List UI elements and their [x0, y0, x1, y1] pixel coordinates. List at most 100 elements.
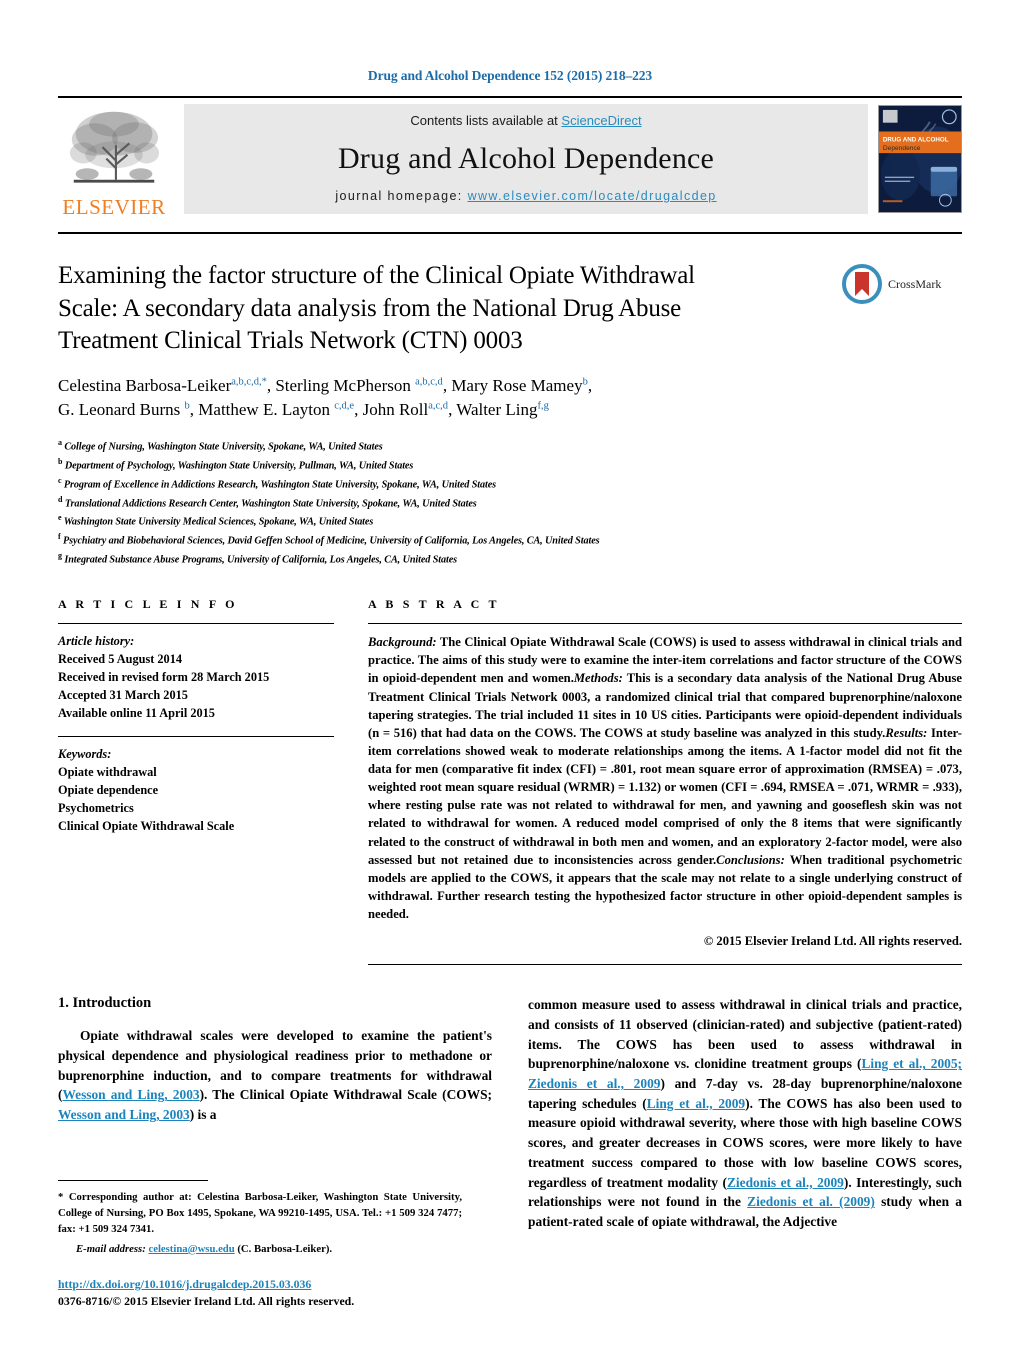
crossmark-label: CrossMark — [888, 276, 942, 291]
history-item: Accepted 31 March 2015 — [58, 687, 188, 702]
abstract-body: Background: The Clinical Opiate Withdraw… — [368, 633, 962, 950]
corresponding-author-text: Corresponding author at: Celestina Barbo… — [58, 1190, 462, 1236]
intro-text-2: ). The Clinical Opiate Withdrawal Scale … — [199, 1087, 492, 1103]
abstract-conclusions-label: Conclusions: — [716, 852, 785, 867]
contents-available-line: Contents lists available at ScienceDirec… — [410, 113, 641, 128]
email-link[interactable]: celestina@wsu.edu — [148, 1243, 234, 1255]
info-abstract-row: A R T I C L E I N F O Article history: R… — [58, 597, 962, 966]
footnote-rule — [58, 1179, 208, 1181]
author-line-1: Celestina Barbosa-Leikera,b,c,d,*, Sterl… — [58, 375, 593, 395]
elsevier-tree-icon — [69, 111, 160, 183]
article-history-group: Article history: Received 5 August 2014 … — [58, 633, 334, 723]
elsevier-wordmark: ELSEVIER — [62, 195, 166, 219]
affiliation-text: Department of Psychology, Washington Sta… — [64, 460, 414, 472]
author-line-2: G. Leonard Burns b, Matthew E. Layton c,… — [58, 400, 549, 420]
abstract-rule — [368, 623, 962, 625]
keywords-rule — [58, 735, 334, 737]
intro-text-3: ) is a — [189, 1107, 217, 1123]
affiliation-mark: g — [58, 551, 62, 561]
journal-homepage-link[interactable]: www.elsevier.com/locate/drugalcdep — [468, 189, 717, 203]
paper-page: Drug and Alcohol Dependence 152 (2015) 2… — [0, 0, 1020, 1351]
journal-cover-thumbnail: DRUG AND ALCOHOL Dependence — [878, 105, 962, 213]
journal-homepage-line: journal homepage: www.elsevier.com/locat… — [335, 189, 716, 203]
affiliation-item: g Integrated Substance Abuse Programs, U… — [58, 550, 962, 569]
citation-ling-2009[interactable]: Ling et al., 2009 — [647, 1096, 745, 1111]
affiliation-item: a College of Nursing, Washington State U… — [58, 437, 962, 456]
affiliation-text: Integrated Substance Abuse Programs, Uni… — [64, 554, 458, 566]
doi-block: http://dx.doi.org/10.1016/j.drugalcdep.2… — [58, 1275, 488, 1311]
article-info-rule — [58, 623, 334, 625]
page-title: Examining the factor structure of the Cl… — [58, 262, 695, 354]
affiliation-item: d Translational Addictions Research Cent… — [58, 494, 962, 513]
history-item: Available online 11 April 2015 — [58, 705, 215, 720]
corresponding-author-note: * Corresponding author at: Celestina Bar… — [58, 1189, 462, 1238]
affiliation-item: f Psychiatry and Biobehavioral Sciences,… — [58, 531, 962, 550]
affiliation-item: b Department of Psychology, Washington S… — [58, 456, 962, 475]
author-list: Celestina Barbosa-Leikera,b,c,d,*, Sterl… — [58, 374, 778, 423]
email-note: E-mail address: celestina@wsu.edu (C. Ba… — [58, 1241, 462, 1257]
article-history-label: Article history: — [58, 634, 135, 649]
keyword-item: Opiate withdrawal — [58, 764, 157, 779]
article-info-heading: A R T I C L E I N F O — [58, 597, 238, 612]
doi-link[interactable]: http://dx.doi.org/10.1016/j.drugalcdep.2… — [58, 1277, 311, 1291]
abstract-heading: A B S T R A C T — [368, 597, 500, 612]
keywords-label: Keywords: — [58, 746, 112, 761]
affiliation-mark: a — [58, 437, 62, 447]
affiliation-list: a College of Nursing, Washington State U… — [58, 437, 962, 569]
cover-artwork: DRUG AND ALCOHOL Dependence — [879, 106, 961, 212]
history-item: Received in revised form 28 March 2015 — [58, 670, 270, 685]
footnote-block: * Corresponding author at: Celestina Bar… — [58, 1179, 462, 1257]
keyword-item: Opiate dependence — [58, 782, 159, 797]
journal-masthead: ELSEVIER Contents lists available at Sci… — [58, 98, 962, 220]
running-head: Drug and Alcohol Dependence 152 (2015) 2… — [367, 68, 653, 83]
crossmark-icon — [842, 264, 882, 304]
affiliation-item: e Washington State University Medical Sc… — [58, 512, 962, 531]
contents-prefix: Contents lists available at — [410, 113, 562, 128]
affiliation-mark: c — [58, 475, 62, 485]
intro-paragraph-left: Opiate withdrawal scales were developed … — [58, 1026, 492, 1125]
affiliation-mark: e — [58, 513, 62, 523]
issn-copyright: 0376-8716/© 2015 Elsevier Ireland Ltd. A… — [58, 1294, 355, 1309]
abstract-background-label: Background: — [368, 635, 437, 650]
abstract-results-label: Results: — [885, 725, 928, 740]
affiliation-text: Program of Excellence in Addictions Rese… — [63, 478, 497, 490]
keywords-group: Keywords: Opiate withdrawal Opiate depen… — [58, 746, 334, 836]
abstract-results-text: Inter-item correlations showed weak to m… — [368, 725, 962, 867]
affiliation-item: c Program of Excellence in Addictions Re… — [58, 475, 962, 494]
sciencedirect-link[interactable]: ScienceDirect — [561, 113, 641, 128]
affiliation-text: College of Nursing, Washington State Uni… — [64, 441, 383, 453]
citation-wesson-ling-2003[interactable]: Wesson and Ling, 2003 — [62, 1087, 199, 1102]
affiliation-text: Psychiatry and Biobehavioral Sciences, D… — [63, 535, 600, 547]
abstract-end-rule — [368, 964, 962, 966]
elsevier-logo: ELSEVIER — [58, 98, 170, 220]
title-block: Examining the factor structure of the Cl… — [58, 260, 962, 437]
citation-wesson-ling-2003-b[interactable]: Wesson and Ling, 2003 — [58, 1107, 190, 1122]
journal-band: Contents lists available at ScienceDirec… — [184, 104, 868, 214]
abstract-column: A B S T R A C T Background: The Clinical… — [368, 597, 962, 966]
homepage-prefix: journal homepage: — [335, 189, 468, 203]
email-suffix: (C. Barbosa-Leiker). — [234, 1242, 333, 1255]
affiliation-mark: b — [58, 456, 63, 466]
citation-ziedonis-2009[interactable]: Ziedonis et al., 2009 — [727, 1175, 844, 1190]
svg-text:DRUG AND ALCOHOL: DRUG AND ALCOHOL — [883, 136, 949, 143]
masthead-bottom-rule — [58, 232, 962, 234]
abstract-paragraph: Background: The Clinical Opiate Withdraw… — [368, 633, 962, 923]
citation-ziedonis-2009-b[interactable]: Ziedonis et al. (2009) — [747, 1194, 875, 1209]
svg-text:Dependence: Dependence — [883, 145, 921, 152]
history-item: Received 5 August 2014 — [58, 652, 182, 667]
keyword-item: Psychometrics — [58, 800, 134, 815]
section-heading-introduction: 1. Introduction — [58, 995, 152, 1012]
body-column-right: common measure used to assess withdrawal… — [528, 995, 962, 1231]
keyword-item: Clinical Opiate Withdrawal Scale — [58, 818, 235, 833]
affiliation-text: Translational Addictions Research Center… — [64, 497, 477, 509]
affiliation-mark: f — [58, 532, 61, 542]
abstract-copyright: © 2015 Elsevier Ireland Ltd. All rights … — [703, 934, 962, 949]
article-info-column: A R T I C L E I N F O Article history: R… — [58, 597, 368, 965]
email-label: E-mail address: — [76, 1242, 146, 1255]
abstract-methods-label: Methods: — [573, 671, 623, 686]
affiliation-mark: d — [58, 494, 63, 504]
crossmark-badge[interactable]: CrossMark — [842, 260, 962, 437]
journal-title: Drug and Alcohol Dependence — [337, 141, 715, 175]
affiliation-text: Washington State University Medical Scie… — [63, 516, 374, 528]
intro-paragraph-right: common measure used to assess withdrawal… — [528, 995, 962, 1231]
